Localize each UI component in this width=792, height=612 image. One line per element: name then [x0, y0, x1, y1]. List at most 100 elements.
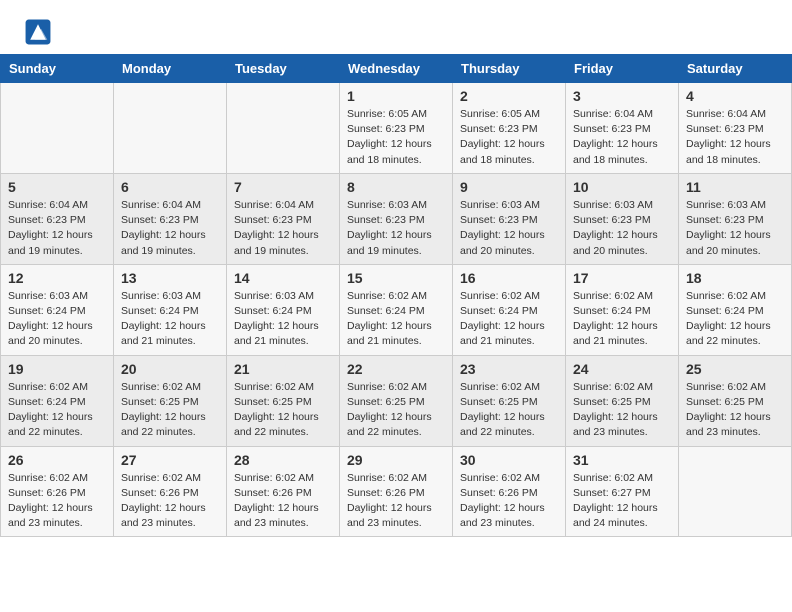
day-info: Sunrise: 6:03 AM Sunset: 6:24 PM Dayligh…	[8, 289, 106, 350]
day-number: 24	[573, 361, 671, 377]
day-number: 6	[121, 179, 219, 195]
day-number: 22	[347, 361, 445, 377]
day-number: 9	[460, 179, 558, 195]
calendar-day-cell: 27 Sunrise: 6:02 AM Sunset: 6:26 PM Dayli…	[114, 446, 227, 537]
day-info: Sunrise: 6:05 AM Sunset: 6:23 PM Dayligh…	[460, 107, 558, 168]
day-number: 11	[686, 179, 784, 195]
calendar-week-row: 1 Sunrise: 6:05 AM Sunset: 6:23 PM Daylig…	[1, 83, 792, 174]
calendar-day-cell: 17Sunrise: 6:02 AM Sunset: 6:24 PM Dayli…	[566, 264, 679, 355]
day-number: 8	[347, 179, 445, 195]
calendar-body: 1 Sunrise: 6:05 AM Sunset: 6:23 PM Daylig…	[1, 83, 792, 537]
day-number: 20	[121, 361, 219, 377]
day-number: 28	[234, 452, 332, 468]
day-number: 14	[234, 270, 332, 286]
day-info: Sunrise: 6:04 AM Sunset: 6:23 PM Dayligh…	[234, 198, 332, 259]
calendar-day-cell: 11 Sunrise: 6:03 AM Sunset: 6:23 PM Dayli…	[679, 173, 792, 264]
day-number: 5	[8, 179, 106, 195]
calendar-day-cell: 21 Sunrise: 6:02 AM Sunset: 6:25 PM Dayli…	[227, 355, 340, 446]
day-info: Sunrise: 6:04 AM Sunset: 6:23 PM Dayligh…	[8, 198, 106, 259]
day-info: Sunrise: 6:02 AM Sunset: 6:25 PM Dayligh…	[460, 380, 558, 441]
day-number: 16	[460, 270, 558, 286]
day-info: Sunrise: 6:02 AM Sunset: 6:27 PM Dayligh…	[573, 471, 671, 532]
calendar-week-row: 5 Sunrise: 6:04 AM Sunset: 6:23 PM Daylig…	[1, 173, 792, 264]
day-info: Sunrise: 6:02 AM Sunset: 6:25 PM Dayligh…	[573, 380, 671, 441]
header	[0, 0, 792, 54]
day-info: Sunrise: 6:04 AM Sunset: 6:23 PM Dayligh…	[573, 107, 671, 168]
calendar-day-cell: 25 Sunrise: 6:02 AM Sunset: 6:25 PM Dayli…	[679, 355, 792, 446]
day-number: 30	[460, 452, 558, 468]
calendar-day-cell: 22 Sunrise: 6:02 AM Sunset: 6:25 PM Dayli…	[340, 355, 453, 446]
calendar-week-row: 26 Sunrise: 6:02 AM Sunset: 6:26 PM Dayli…	[1, 446, 792, 537]
day-number: 12	[8, 270, 106, 286]
weekday-header-cell: Wednesday	[340, 55, 453, 83]
calendar-day-cell: 23 Sunrise: 6:02 AM Sunset: 6:25 PM Dayli…	[453, 355, 566, 446]
calendar-day-cell: 29Sunrise: 6:02 AM Sunset: 6:26 PM Dayli…	[340, 446, 453, 537]
day-info: Sunrise: 6:02 AM Sunset: 6:26 PM Dayligh…	[347, 471, 445, 532]
calendar-day-cell: 12 Sunrise: 6:03 AM Sunset: 6:24 PM Dayli…	[1, 264, 114, 355]
calendar-day-cell: 31 Sunrise: 6:02 AM Sunset: 6:27 PM Dayli…	[566, 446, 679, 537]
calendar-day-cell: 9 Sunrise: 6:03 AM Sunset: 6:23 PM Daylig…	[453, 173, 566, 264]
calendar-day-cell: 20 Sunrise: 6:02 AM Sunset: 6:25 PM Dayli…	[114, 355, 227, 446]
calendar-day-cell	[114, 83, 227, 174]
calendar-day-cell: 26 Sunrise: 6:02 AM Sunset: 6:26 PM Dayli…	[1, 446, 114, 537]
calendar-day-cell	[1, 83, 114, 174]
day-info: Sunrise: 6:02 AM Sunset: 6:24 PM Dayligh…	[347, 289, 445, 350]
day-number: 25	[686, 361, 784, 377]
day-number: 18	[686, 270, 784, 286]
calendar-week-row: 19 Sunrise: 6:02 AM Sunset: 6:24 PM Dayli…	[1, 355, 792, 446]
day-info: Sunrise: 6:04 AM Sunset: 6:23 PM Dayligh…	[121, 198, 219, 259]
day-number: 21	[234, 361, 332, 377]
day-info: Sunrise: 6:04 AM Sunset: 6:23 PM Dayligh…	[686, 107, 784, 168]
calendar-day-cell: 5 Sunrise: 6:04 AM Sunset: 6:23 PM Daylig…	[1, 173, 114, 264]
day-info: Sunrise: 6:02 AM Sunset: 6:24 PM Dayligh…	[573, 289, 671, 350]
logo-icon	[24, 18, 52, 46]
day-info: Sunrise: 6:02 AM Sunset: 6:26 PM Dayligh…	[8, 471, 106, 532]
day-info: Sunrise: 6:02 AM Sunset: 6:25 PM Dayligh…	[121, 380, 219, 441]
calendar-day-cell: 28 Sunrise: 6:02 AM Sunset: 6:26 PM Dayli…	[227, 446, 340, 537]
day-info: Sunrise: 6:02 AM Sunset: 6:25 PM Dayligh…	[234, 380, 332, 441]
calendar-day-cell: 24 Sunrise: 6:02 AM Sunset: 6:25 PM Dayli…	[566, 355, 679, 446]
day-number: 13	[121, 270, 219, 286]
calendar-day-cell: 3Sunrise: 6:04 AM Sunset: 6:23 PM Daylig…	[566, 83, 679, 174]
day-info: Sunrise: 6:02 AM Sunset: 6:25 PM Dayligh…	[347, 380, 445, 441]
calendar-day-cell: 8 Sunrise: 6:03 AM Sunset: 6:23 PM Daylig…	[340, 173, 453, 264]
weekday-header-cell: Monday	[114, 55, 227, 83]
day-info: Sunrise: 6:05 AM Sunset: 6:23 PM Dayligh…	[347, 107, 445, 168]
day-number: 19	[8, 361, 106, 377]
day-number: 27	[121, 452, 219, 468]
day-info: Sunrise: 6:02 AM Sunset: 6:24 PM Dayligh…	[686, 289, 784, 350]
day-info: Sunrise: 6:03 AM Sunset: 6:23 PM Dayligh…	[460, 198, 558, 259]
day-number: 23	[460, 361, 558, 377]
day-number: 7	[234, 179, 332, 195]
calendar-day-cell: 18 Sunrise: 6:02 AM Sunset: 6:24 PM Dayli…	[679, 264, 792, 355]
weekday-header-row: SundayMondayTuesdayWednesdayThursdayFrid…	[1, 55, 792, 83]
calendar-week-row: 12 Sunrise: 6:03 AM Sunset: 6:24 PM Dayli…	[1, 264, 792, 355]
calendar-day-cell: 1 Sunrise: 6:05 AM Sunset: 6:23 PM Daylig…	[340, 83, 453, 174]
day-info: Sunrise: 6:02 AM Sunset: 6:26 PM Dayligh…	[234, 471, 332, 532]
day-info: Sunrise: 6:02 AM Sunset: 6:25 PM Dayligh…	[686, 380, 784, 441]
calendar-day-cell: 4Sunrise: 6:04 AM Sunset: 6:23 PM Daylig…	[679, 83, 792, 174]
weekday-header-cell: Tuesday	[227, 55, 340, 83]
calendar-day-cell	[679, 446, 792, 537]
day-number: 31	[573, 452, 671, 468]
day-info: Sunrise: 6:03 AM Sunset: 6:23 PM Dayligh…	[686, 198, 784, 259]
weekday-header-cell: Saturday	[679, 55, 792, 83]
day-number: 1	[347, 88, 445, 104]
day-info: Sunrise: 6:02 AM Sunset: 6:24 PM Dayligh…	[8, 380, 106, 441]
logo	[24, 18, 54, 46]
day-info: Sunrise: 6:03 AM Sunset: 6:23 PM Dayligh…	[347, 198, 445, 259]
day-info: Sunrise: 6:02 AM Sunset: 6:26 PM Dayligh…	[121, 471, 219, 532]
day-info: Sunrise: 6:02 AM Sunset: 6:26 PM Dayligh…	[460, 471, 558, 532]
calendar-table: SundayMondayTuesdayWednesdayThursdayFrid…	[0, 54, 792, 537]
day-info: Sunrise: 6:03 AM Sunset: 6:23 PM Dayligh…	[573, 198, 671, 259]
weekday-header-cell: Sunday	[1, 55, 114, 83]
day-info: Sunrise: 6:02 AM Sunset: 6:24 PM Dayligh…	[460, 289, 558, 350]
calendar-day-cell: 30 Sunrise: 6:02 AM Sunset: 6:26 PM Dayli…	[453, 446, 566, 537]
calendar-day-cell: 14Sunrise: 6:03 AM Sunset: 6:24 PM Dayli…	[227, 264, 340, 355]
calendar-day-cell: 2 Sunrise: 6:05 AM Sunset: 6:23 PM Daylig…	[453, 83, 566, 174]
day-number: 26	[8, 452, 106, 468]
weekday-header-cell: Thursday	[453, 55, 566, 83]
weekday-header-cell: Friday	[566, 55, 679, 83]
calendar-day-cell: 19 Sunrise: 6:02 AM Sunset: 6:24 PM Dayli…	[1, 355, 114, 446]
day-number: 2	[460, 88, 558, 104]
